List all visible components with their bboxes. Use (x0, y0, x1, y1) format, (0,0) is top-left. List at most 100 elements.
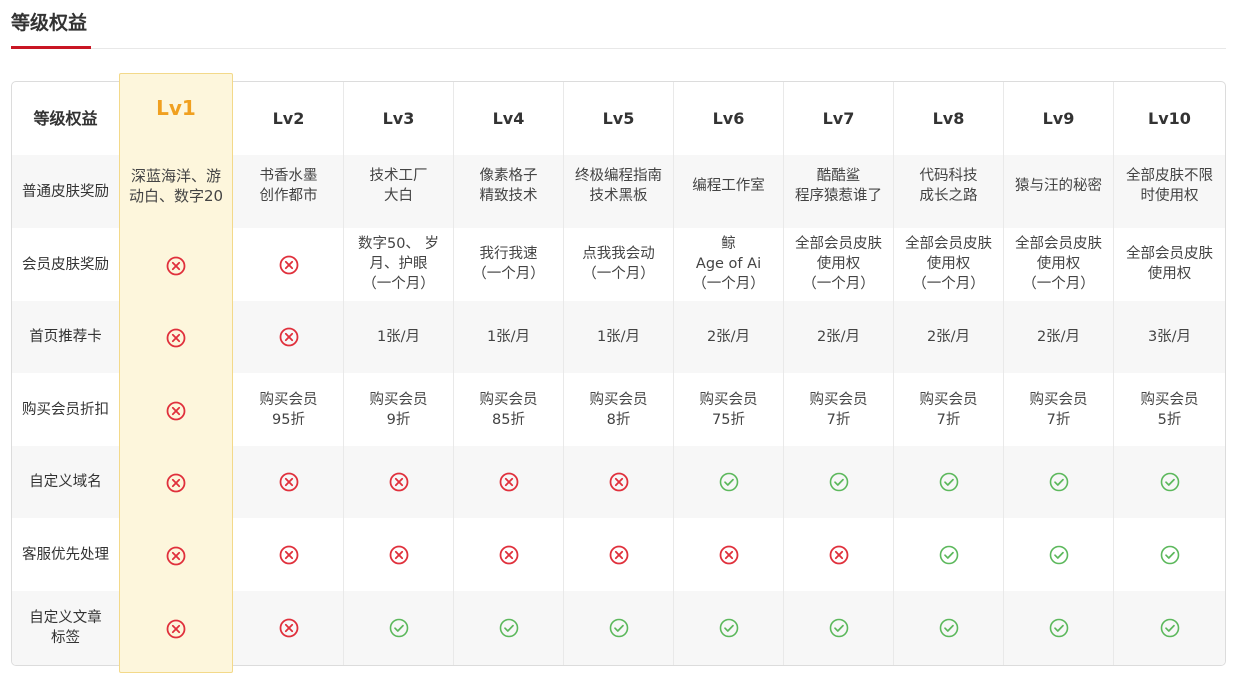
benefit-cell-lv2 (234, 228, 344, 301)
benefit-cell-text: 点我我会动 （一个月） (582, 245, 655, 282)
benefit-cell-text: 购买会员 7折 (919, 391, 978, 428)
check-circle-icon (719, 618, 739, 638)
cross-circle-icon (279, 618, 299, 638)
cross-circle-icon (609, 545, 629, 565)
benefit-cell-lv1 (119, 590, 233, 664)
benefit-cell-lv7: 购买会员 7折 (784, 373, 894, 446)
benefit-cell-text: 购买会员 9折 (369, 391, 428, 428)
cross-circle-icon (279, 545, 299, 565)
benefit-cell-text: 1张/月 (376, 329, 421, 345)
benefit-cell-lv10: 3张/月 (1114, 301, 1225, 373)
cross-circle-icon (499, 545, 519, 565)
benefit-cell-text: 购买会员 7折 (1029, 391, 1088, 428)
benefit-cell-lv8 (894, 446, 1004, 518)
benefit-cell-lv9: 全部会员皮肤 使用权 （一个月） (1004, 228, 1114, 301)
benefit-cell-lv8: 购买会员 7折 (894, 373, 1004, 446)
benefit-cell-lv10: 全部会员皮肤 使用权 (1114, 228, 1225, 301)
title-underline (11, 46, 91, 49)
header-corner-label: 等级权益 (12, 82, 120, 155)
benefit-cell-text: 3张/月 (1147, 329, 1192, 345)
benefit-cell-lv6 (674, 591, 784, 665)
benefit-cell-lv6: 编程工作室 (674, 155, 784, 228)
cross-circle-icon (389, 472, 409, 492)
level-header-lv9: Lv9 (1004, 82, 1114, 155)
benefit-cell-lv6: 2张/月 (674, 301, 784, 373)
benefit-cell-lv1 (119, 445, 233, 517)
benefit-label: 会员皮肤奖励 (12, 228, 120, 301)
benefit-cell-lv7: 2张/月 (784, 301, 894, 373)
check-circle-icon (939, 472, 959, 492)
benefit-cell-text: 购买会员 5折 (1140, 391, 1199, 428)
cross-circle-icon (609, 472, 629, 492)
benefit-cell-text: 购买会员 95折 (259, 391, 318, 428)
benefit-cell-lv1 (119, 372, 233, 445)
check-circle-icon (1160, 472, 1180, 492)
benefit-cell-lv2 (234, 591, 344, 665)
benefit-label: 自定义文章 标签 (12, 591, 120, 665)
benefit-cell-lv8: 2张/月 (894, 301, 1004, 373)
check-circle-icon (609, 618, 629, 638)
benefit-cell-lv7: 酷酷鲨 程序猿惹谁了 (784, 155, 894, 228)
benefit-cell-text: 编程工作室 (692, 177, 765, 194)
level-header-lv8: Lv8 (894, 82, 1004, 155)
benefit-cell-text: 猿与汪的秘密 (1015, 177, 1102, 194)
benefit-cell-text: 我行我速 （一个月） (472, 245, 545, 282)
benefit-cell-lv5: 1张/月 (564, 301, 674, 373)
check-circle-icon (1160, 618, 1180, 638)
benefit-cell-text: 2张/月 (816, 329, 861, 345)
benefit-cell-lv2 (234, 518, 344, 591)
benefit-cell-text: 数字50、 岁 月、护眼 （一个月） (357, 235, 440, 292)
benefit-cell-lv10 (1114, 518, 1225, 591)
check-circle-icon (939, 545, 959, 565)
level-header-lv2: Lv2 (234, 82, 344, 155)
benefit-cell-lv2 (234, 446, 344, 518)
benefit-cell-lv6 (674, 518, 784, 591)
check-circle-icon (1160, 545, 1180, 565)
benefit-cell-lv3: 购买会员 9折 (344, 373, 454, 446)
benefit-cell-lv7 (784, 591, 894, 665)
benefit-cell-lv9 (1004, 446, 1114, 518)
benefit-cell-text: 鲸 Age of Ai （一个月） (692, 235, 765, 292)
benefit-cell-text: 全部会员皮肤 使用权 (1126, 245, 1213, 282)
check-circle-icon (829, 472, 849, 492)
section-title: 等级权益 (11, 12, 88, 34)
check-circle-icon (719, 472, 739, 492)
benefit-cell-lv5: 点我我会动 （一个月） (564, 228, 674, 301)
benefit-cell-text: 全部皮肤不限 时使用权 (1126, 167, 1213, 204)
benefit-cell-lv1 (119, 517, 233, 590)
cross-circle-icon (279, 255, 299, 275)
benefit-cell-lv5 (564, 518, 674, 591)
benefit-cell-lv10: 全部皮肤不限 时使用权 (1114, 155, 1225, 228)
benefit-cell-lv4 (454, 446, 564, 518)
benefit-cell-lv3: 数字50、 岁 月、护眼 （一个月） (344, 228, 454, 301)
benefit-cell-lv8 (894, 518, 1004, 591)
benefit-cell-lv7 (784, 446, 894, 518)
level-header-lv3: Lv3 (344, 82, 454, 155)
benefit-cell-lv9 (1004, 518, 1114, 591)
benefit-label: 自定义域名 (12, 446, 120, 518)
benefit-cell-text: 代码科技 成长之路 (919, 167, 978, 204)
cross-circle-icon (719, 545, 739, 565)
benefit-cell-lv2: 书香水墨 创作都市 (234, 155, 344, 228)
benefit-cell-lv3: 技术工厂 大白 (344, 155, 454, 228)
benefit-cell-text: 2张/月 (706, 329, 751, 345)
check-circle-icon (499, 618, 519, 638)
benefit-cell-text: 书香水墨 创作都市 (259, 167, 318, 204)
benefit-cell-text: 购买会员 75折 (699, 391, 758, 428)
benefit-cell-lv9: 购买会员 7折 (1004, 373, 1114, 446)
benefit-cell-lv8: 代码科技 成长之路 (894, 155, 1004, 228)
benefit-cell-lv8 (894, 591, 1004, 665)
benefit-cell-lv5: 购买会员 8折 (564, 373, 674, 446)
benefit-cell-text: 购买会员 85折 (479, 391, 538, 428)
title-divider (11, 48, 1226, 49)
benefit-cell-lv4 (454, 518, 564, 591)
cross-circle-icon (499, 472, 519, 492)
benefit-cell-text: 2张/月 (1036, 329, 1081, 345)
cross-circle-icon (166, 401, 186, 421)
benefit-cell-lv3 (344, 518, 454, 591)
benefit-cell-lv4: 购买会员 85折 (454, 373, 564, 446)
benefit-cell-lv1 (119, 300, 233, 372)
benefit-cell-lv6: 鲸 Age of Ai （一个月） (674, 228, 784, 301)
benefit-cell-lv9: 2张/月 (1004, 301, 1114, 373)
check-circle-icon (939, 618, 959, 638)
